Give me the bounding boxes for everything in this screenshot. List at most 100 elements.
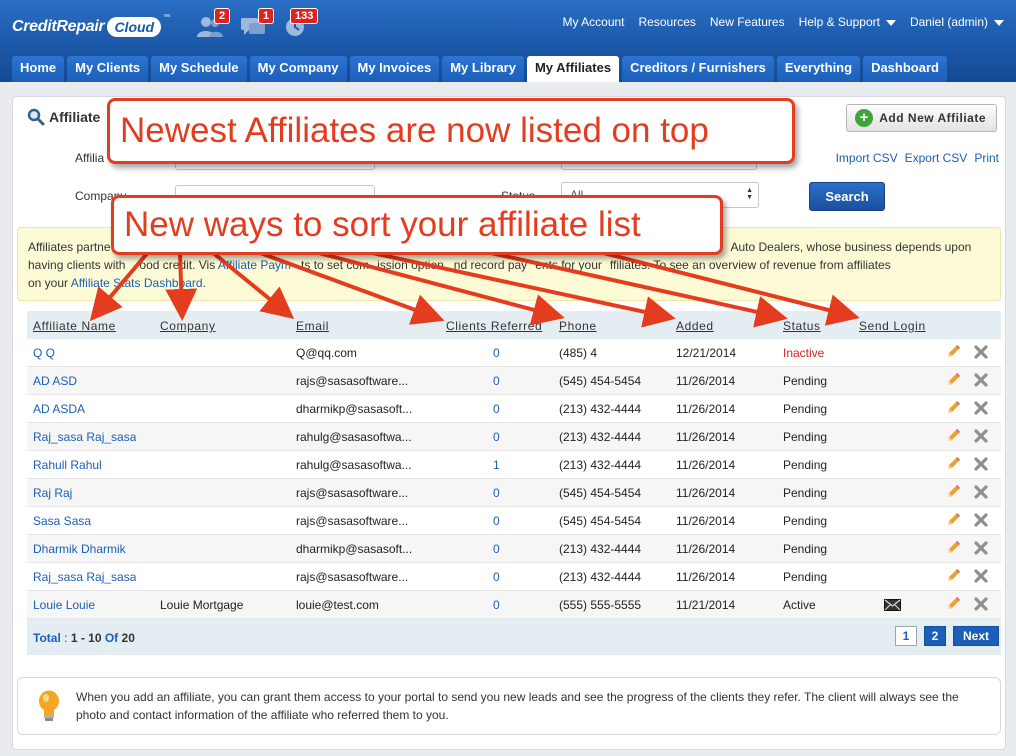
sort-added[interactable]: Added [676,319,714,333]
delete-x-icon[interactable] [973,456,989,475]
user-menu[interactable]: Daniel (admin) [910,15,1004,29]
affiliate-name-link[interactable]: Louie Louie [33,598,95,612]
help-support-menu[interactable]: Help & Support [799,15,896,29]
clients-referred-cell[interactable]: 0 [493,374,500,388]
send-login-mail-icon[interactable] [884,599,901,614]
tab-my-affiliates[interactable]: My Affiliates [526,56,620,82]
added-date-cell: 11/26/2014 [676,542,736,556]
callout-newest-on-top: Newest Affiliates are now listed on top [107,98,795,164]
search-button[interactable]: Search [809,182,885,211]
affiliate-tip: When you add an affiliate, you can grant… [17,677,1001,735]
tab-creditors-furnishers[interactable]: Creditors / Furnishers [622,56,774,82]
edit-pencil-icon[interactable] [945,512,961,531]
clients-referred-cell[interactable]: 1 [493,458,500,472]
sort-company[interactable]: Company [160,319,216,333]
tab-everything[interactable]: Everything [776,56,861,82]
info-line2-e: nd record pay [453,258,528,272]
info-line3-a: on your [28,276,69,290]
delete-x-icon[interactable] [973,400,989,419]
delete-x-icon[interactable] [973,344,989,363]
table-row: AD ASD rajs@sasasoftware... 0 (545) 454-545… [27,367,1001,395]
clients-referred-cell[interactable]: 0 [493,514,500,528]
export-csv-link[interactable]: Export CSV [905,151,968,165]
edit-pencil-icon[interactable] [945,596,961,615]
clients-referred-cell[interactable]: 0 [493,346,500,360]
info-line2-a: having clients with [28,258,126,272]
added-date-cell: 11/26/2014 [676,570,736,584]
clients-referred-cell[interactable]: 0 [493,402,500,416]
edit-pencil-icon[interactable] [945,456,961,475]
page-1-button[interactable]: 1 [894,626,917,646]
delete-x-icon[interactable] [973,372,989,391]
sort-clients-referred[interactable]: Clients Referred [446,319,542,333]
phone-cell: (485) 4 [559,346,598,360]
clients-referred-cell[interactable]: 0 [493,430,500,444]
affiliate-name-label: Affilia [75,151,105,165]
logo-text: CreditRepair [12,18,105,35]
new-features-link[interactable]: New Features [710,15,785,29]
delete-x-icon[interactable] [973,568,989,587]
clients-referred-cell[interactable]: 0 [493,542,500,556]
resources-link[interactable]: Resources [639,15,696,29]
sort-email[interactable]: Email [296,319,329,333]
badge-count: 1 [258,8,275,24]
logo[interactable]: CreditRepair Cloud ™ [12,14,170,40]
phone-cell: (545) 454-5454 [559,374,642,388]
tab-home[interactable]: Home [12,56,65,82]
print-link[interactable]: Print [974,151,999,165]
top-links: My Account Resources New Features Help &… [562,15,1004,29]
tab-my-clients[interactable]: My Clients [67,56,149,82]
affiliate-name-link[interactable]: Q Q [33,346,55,360]
phone-cell: (213) 432-4444 [559,430,642,444]
import-csv-link[interactable]: Import CSV [836,151,898,165]
notification-messages[interactable]: 1 [240,8,275,40]
email-cell: dharmikp@sasasoft... [296,542,413,556]
top-header: CreditRepair Cloud ™ 2 1 133 My Account … [0,0,1016,82]
next-page-button[interactable]: Next [952,626,999,646]
sort-affiliate-name[interactable]: Affiliate Name [33,319,116,333]
notification-reminders[interactable]: 133 [284,8,319,40]
affiliate-stats-dashboard-link[interactable]: Affiliate Stats Dashboard [71,276,203,290]
affiliate-name-link[interactable]: Raj Raj [33,486,72,500]
clients-referred-cell[interactable]: 0 [493,570,500,584]
select-arrows-icon: ▲ ▼ [746,187,753,201]
affiliate-name-link[interactable]: Dharmik Dharmik [33,542,126,556]
email-cell: rajs@sasasoftware... [296,374,409,388]
sort-status[interactable]: Status [783,319,821,333]
status-cell: Pending [783,402,828,416]
affiliate-name-link[interactable]: Rahull Rahul [33,458,102,472]
sort-phone[interactable]: Phone [559,319,597,333]
clients-referred-cell[interactable]: 0 [493,598,500,612]
my-account-link[interactable]: My Account [562,15,624,29]
edit-pencil-icon[interactable] [945,428,961,447]
info-line2-b: ood credit. Vis [139,258,216,272]
notification-users[interactable]: 2 [196,8,231,40]
affiliate-name-link[interactable]: AD ASDA [33,402,85,416]
affiliate-payments-link[interactable]: Affiliate Paym [218,258,291,272]
tab-my-library[interactable]: My Library [442,56,524,82]
delete-x-icon[interactable] [973,512,989,531]
edit-pencil-icon[interactable] [945,400,961,419]
edit-pencil-icon[interactable] [945,568,961,587]
tab-my-schedule[interactable]: My Schedule [151,56,247,82]
edit-pencil-icon[interactable] [945,540,961,559]
delete-x-icon[interactable] [973,428,989,447]
tab-my-company[interactable]: My Company [249,56,347,82]
affiliate-name-link[interactable]: AD ASD [33,374,77,388]
tab-dashboard[interactable]: Dashboard [863,56,947,82]
delete-x-icon[interactable] [973,540,989,559]
affiliates-table: Affiliate Name Company Email Clients Ref… [27,311,1001,655]
affiliate-name-link[interactable]: Raj_sasa Raj_sasa [33,570,136,584]
edit-pencil-icon[interactable] [945,484,961,503]
delete-x-icon[interactable] [973,596,989,615]
add-new-affiliate-button[interactable]: + Add New Affiliate [846,104,997,132]
affiliate-name-link[interactable]: Sasa Sasa [33,514,91,528]
edit-pencil-icon[interactable] [945,372,961,391]
delete-x-icon[interactable] [973,484,989,503]
page-2-button[interactable]: 2 [923,626,946,646]
tab-my-invoices[interactable]: My Invoices [349,56,440,82]
edit-pencil-icon[interactable] [945,344,961,363]
affiliate-name-link[interactable]: Raj_sasa Raj_sasa [33,430,136,444]
sort-send-login[interactable]: Send Login [859,319,926,333]
clients-referred-cell[interactable]: 0 [493,486,500,500]
